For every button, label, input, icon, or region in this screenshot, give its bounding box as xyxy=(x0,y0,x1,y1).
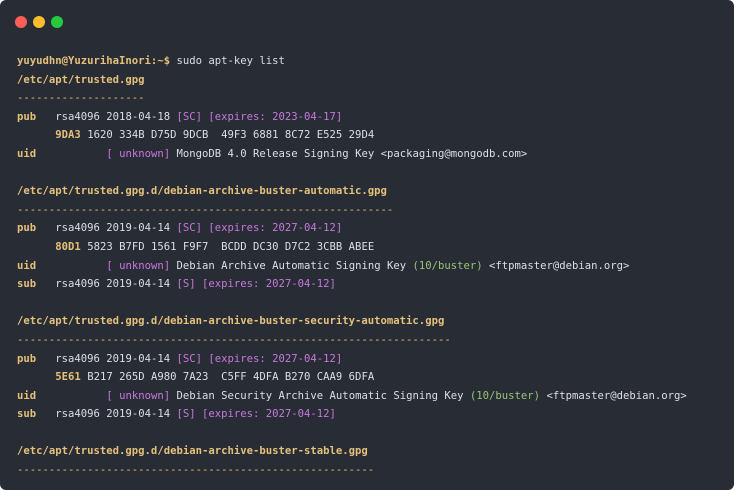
sub-label: sub xyxy=(17,408,37,421)
pub-spec: rsa4096 2019-04-14 xyxy=(55,222,171,235)
uid-name: MongoDB 4.0 Release Signing Key xyxy=(176,147,375,160)
sub-line: sub rsa4096 2019-04-14 [S] [expires: 202… xyxy=(17,275,724,294)
separator: ----------------------------------------… xyxy=(17,203,394,216)
uid-trust: [ unknown] xyxy=(106,389,171,402)
prompt: yuyudhn@YuzurihaInori:~$ xyxy=(17,55,171,67)
keyring-path-text: /etc/apt/trusted.gpg.d/debian-archive-bu… xyxy=(17,315,445,328)
uid-line: uid [ unknown] MongoDB 4.0 Release Signi… xyxy=(17,145,724,164)
minimize-dot-icon[interactable] xyxy=(33,16,45,28)
pub-label: pub xyxy=(17,222,37,235)
uid-label: uid xyxy=(17,259,37,272)
sub-caps: [S] [expires: 2027-04-12] xyxy=(176,278,336,291)
sub-caps: [S] [expires: 2027-04-12] xyxy=(176,408,336,421)
pub-line: pub rsa4096 2018-04-18 [SC] [expires: 20… xyxy=(17,108,724,127)
fingerprint-line: 9DA3 1620 334B D75D 9DCB 49F3 6881 8C72 … xyxy=(17,126,724,145)
command-line: yuyudhn@YuzurihaInori:~$ sudo apt-key li… xyxy=(17,52,724,71)
keyring-path-text: /etc/apt/trusted.gpg.d/debian-archive-bu… xyxy=(17,445,368,458)
uid-label: uid xyxy=(17,147,37,160)
keyring-path: /etc/apt/trusted.gpg.d/debian-archive-bu… xyxy=(17,442,724,461)
pub-spec: rsa4096 2018-04-18 xyxy=(55,110,171,123)
sub-label: sub xyxy=(17,278,37,291)
pub-caps: [SC] [expires: 2027-04-12] xyxy=(176,352,343,365)
sub-spec: rsa4096 2019-04-14 xyxy=(55,278,171,291)
pub-label: pub xyxy=(17,352,37,365)
keyring-path-text: /etc/apt/trusted.gpg xyxy=(17,73,145,86)
uid-comment: (10/buster) xyxy=(412,259,483,272)
keyring-path: /etc/apt/trusted.gpg.d/debian-archive-bu… xyxy=(17,312,724,331)
pub-line: pub rsa4096 2019-04-14 [SC] [expires: 20… xyxy=(17,219,724,238)
keyring-path: /etc/apt/trusted.gpg.d/debian-archive-bu… xyxy=(17,182,724,201)
window-controls xyxy=(15,16,69,30)
uid-trust: [ unknown] xyxy=(106,147,171,160)
uid-name: Debian Security Archive Automatic Signin… xyxy=(176,389,464,402)
uid-email: <ftpmaster@debian.org> xyxy=(489,259,630,272)
fingerprint-rest: 5823 B7FD 1561 F9F7 BCDD DC30 D7C2 3CBB … xyxy=(87,240,375,253)
uid-line: uid [ unknown] Debian Archive Automatic … xyxy=(17,257,724,276)
fingerprint-line: 5E61 B217 265D A980 7A23 C5FF 4DFA B270 … xyxy=(17,368,724,387)
sub-line: sub rsa4096 2019-04-14 [S] [expires: 202… xyxy=(17,405,724,424)
fingerprint-rest: B217 265D A980 7A23 C5FF 4DFA B270 CAA9 … xyxy=(87,371,375,384)
pub-caps: [SC] [expires: 2023-04-17] xyxy=(176,110,343,123)
terminal-output: yuyudhn@YuzurihaInori:~$ sudo apt-key li… xyxy=(17,52,724,480)
uid-trust: [ unknown] xyxy=(106,259,171,272)
separator: ----------------------------------------… xyxy=(17,464,375,477)
separator: -------------------- xyxy=(17,92,145,105)
pub-label: pub xyxy=(17,110,37,123)
uid-email: <ftpmaster@debian.org> xyxy=(546,389,687,402)
close-dot-icon[interactable] xyxy=(15,16,27,28)
maximize-dot-icon[interactable] xyxy=(51,16,63,28)
fingerprint-short: 5E61 xyxy=(55,371,81,384)
uid-email: <packaging@mongodb.com> xyxy=(380,147,528,160)
fingerprint-line: 80D1 5823 B7FD 1561 F9F7 BCDD DC30 D7C2 … xyxy=(17,238,724,257)
keyring-path: /etc/apt/trusted.gpg xyxy=(17,71,724,90)
uid-name: Debian Archive Automatic Signing Key xyxy=(176,259,407,272)
pub-line: pub rsa4096 2019-04-14 [SC] [expires: 20… xyxy=(17,350,724,369)
fingerprint-short: 9DA3 xyxy=(55,129,81,142)
uid-label: uid xyxy=(17,389,37,402)
command: sudo apt-key list xyxy=(176,55,285,67)
fingerprint-short: 80D1 xyxy=(55,240,81,253)
sub-spec: rsa4096 2019-04-14 xyxy=(55,408,171,421)
terminal-window: yuyudhn@YuzurihaInori:~$ sudo apt-key li… xyxy=(0,0,734,490)
keyring-path-text: /etc/apt/trusted.gpg.d/debian-archive-bu… xyxy=(17,185,387,198)
pub-caps: [SC] [expires: 2027-04-12] xyxy=(176,222,343,235)
uid-line: uid [ unknown] Debian Security Archive A… xyxy=(17,387,724,406)
uid-comment: (10/buster) xyxy=(469,389,541,402)
fingerprint-rest: 1620 334B D75D 9DCB 49F3 6881 8C72 E525 … xyxy=(87,129,375,142)
separator: ----------------------------------------… xyxy=(17,333,451,346)
pub-spec: rsa4096 2019-04-14 xyxy=(55,352,171,365)
